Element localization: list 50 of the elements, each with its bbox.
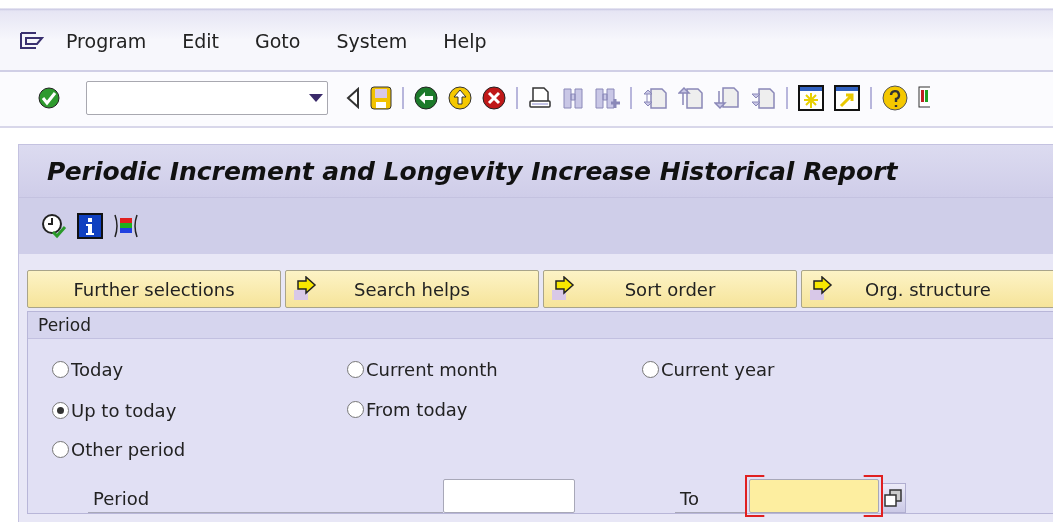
- command-field[interactable]: [86, 81, 328, 115]
- radio-label: Up to today: [71, 400, 177, 421]
- next-page-icon[interactable]: [714, 86, 740, 110]
- clock-check-icon[interactable]: [41, 213, 67, 239]
- radio-label: Current year: [661, 359, 775, 380]
- field-label: Period: [88, 488, 443, 513]
- radio-button[interactable]: [52, 402, 69, 419]
- info-icon[interactable]: [77, 213, 103, 239]
- radio-label: Other period: [71, 439, 186, 460]
- tab-button[interactable]: Search helps: [285, 270, 539, 308]
- enter-icon[interactable]: [38, 87, 60, 109]
- radio-button[interactable]: [347, 361, 364, 378]
- radio-label: From today: [366, 399, 468, 420]
- menu-item[interactable]: Help: [443, 30, 487, 52]
- radio-button[interactable]: [642, 361, 659, 378]
- cancel-icon[interactable]: [482, 86, 506, 110]
- print-icon[interactable]: [528, 86, 552, 110]
- multiple-selection-button[interactable]: [881, 483, 906, 513]
- tab-button[interactable]: Further selections: [27, 270, 281, 308]
- color-bars-icon[interactable]: [113, 213, 139, 239]
- field-label: To: [675, 488, 745, 513]
- copy-icon: [884, 489, 902, 507]
- last-page-icon[interactable]: [750, 86, 776, 110]
- radio-button[interactable]: [347, 401, 364, 418]
- previous-page-icon[interactable]: [678, 86, 704, 110]
- back-icon[interactable]: [414, 86, 438, 110]
- layout-icon[interactable]: [918, 85, 930, 111]
- first-page-icon[interactable]: [642, 86, 668, 110]
- menu-item[interactable]: System: [336, 30, 408, 52]
- save-icon[interactable]: [370, 86, 392, 110]
- new-session-icon[interactable]: [798, 85, 824, 111]
- shortcut-icon[interactable]: [834, 85, 860, 111]
- binoculars-plus-icon[interactable]: [594, 86, 620, 110]
- input-field[interactable]: [749, 479, 879, 513]
- radio-label: Current month: [366, 359, 498, 380]
- radio-label: Today: [71, 359, 124, 380]
- help-icon[interactable]: [882, 85, 908, 111]
- menu-item[interactable]: Goto: [254, 30, 301, 52]
- binoculars-icon[interactable]: [562, 86, 584, 110]
- input-field[interactable]: [443, 479, 575, 513]
- menu-item[interactable]: Edit: [182, 30, 219, 52]
- menu-icon[interactable]: [18, 30, 44, 52]
- radio-button[interactable]: [52, 441, 69, 458]
- tab-button[interactable]: Org. structure: [801, 270, 1053, 308]
- triangle-left-icon[interactable]: [346, 87, 360, 109]
- radio-button[interactable]: [52, 361, 69, 378]
- report-title: Periodic Increment and Longevity Increase Historical Report: [47, 156, 898, 186]
- tab-button[interactable]: Sort order: [543, 270, 797, 308]
- menu-item[interactable]: Program: [66, 30, 147, 52]
- group-title: Period: [28, 312, 1053, 339]
